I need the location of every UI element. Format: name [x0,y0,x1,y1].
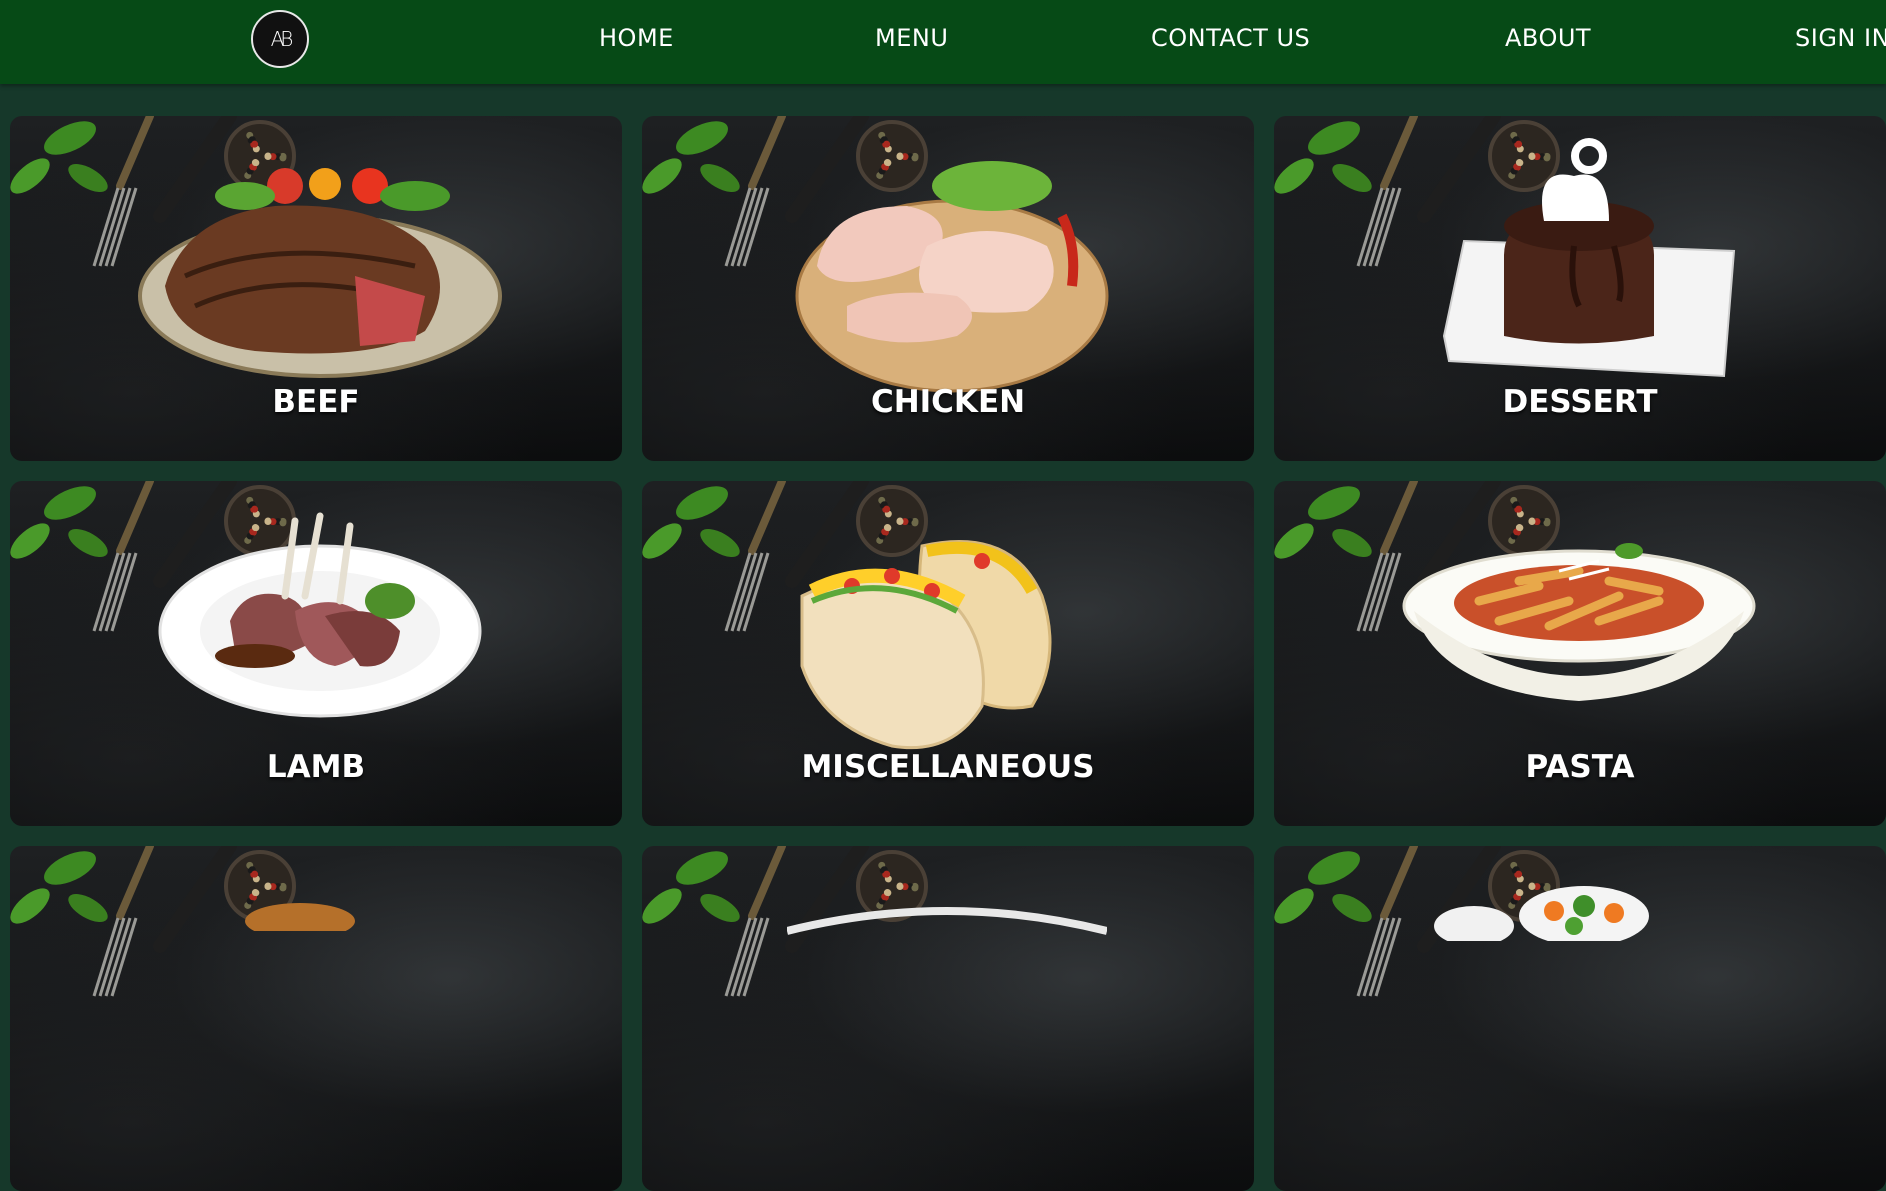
nav-contact-link[interactable]: CONTACT US [1151,24,1310,52]
basil-leaf-icon [676,486,728,520]
basil-leaf-icon [10,523,50,559]
basil-leaf-icon [1332,529,1372,557]
basil-leaf-icon [10,888,50,924]
basil-leaf-icon [44,486,96,520]
category-card[interactable] [1274,846,1886,1191]
category-card-beef[interactable]: BEEF [10,116,622,461]
nav-home-link[interactable]: HOME [599,24,674,52]
basil-leaf-icon [676,851,728,885]
herbs-cutlery-decoration [642,846,928,997]
category-card-dessert[interactable]: DESSERT [1274,116,1886,461]
nav-menu-link[interactable]: MENU [875,24,948,52]
basil-leaf-icon [44,121,96,155]
top-navbar: AB HOME MENU CONTACT US ABOUT SIGN IN [0,0,1886,84]
tacos-icon [800,540,1052,750]
basil-leaf-icon [1274,158,1314,194]
lamb-chops-icon [158,512,482,718]
basil-leaf-icon [642,523,682,559]
vegetables-bowl-icon [1434,886,1649,941]
category-card-miscellaneous[interactable]: MISCELLANEOUS [642,481,1254,826]
pasta-bowl-icon [1402,543,1756,701]
basil-leaf-icon [1308,486,1360,520]
basil-leaf-icon [700,894,740,922]
basil-leaf-icon [1274,888,1314,924]
category-card-lamb[interactable]: LAMB [10,481,622,826]
basil-leaf-icon [676,121,728,155]
logo-text: AB [270,27,294,51]
category-label: PASTA [1525,749,1635,785]
nav-sign-in-link[interactable]: SIGN IN [1795,24,1886,52]
brand-logo[interactable]: AB [251,10,309,68]
basil-leaf-icon [10,158,50,194]
partial-dish-icon [245,903,355,931]
basil-leaf-icon [1274,523,1314,559]
nav-about-link[interactable]: ABOUT [1505,24,1591,52]
basil-leaf-icon [44,851,96,885]
category-label: CHICKEN [870,384,1026,420]
basil-leaf-icon [700,164,740,192]
basil-leaf-icon [642,888,682,924]
knife-icon [153,846,237,953]
basil-leaf-icon [68,894,108,922]
basil-leaf-icon [68,164,108,192]
basil-leaf-icon [700,529,740,557]
basil-leaf-icon [1332,164,1372,192]
basil-leaf-icon [1308,851,1360,885]
category-label: MISCELLANEOUS [801,749,1095,785]
category-card-chicken[interactable]: CHICKEN [642,116,1254,461]
basil-leaf-icon [1308,121,1360,155]
chicken-legs-icon [795,161,1109,393]
partial-dish-icon [787,907,1107,935]
category-label: BEEF [272,384,360,420]
category-card-pasta[interactable]: PASTA [1274,481,1886,826]
steak-plate-icon [138,168,502,378]
basil-leaf-icon [1332,894,1372,922]
chocolate-cake-icon [1442,138,1736,378]
basil-leaf-icon [68,529,108,557]
category-card[interactable] [642,846,1254,1191]
category-label: LAMB [266,749,366,785]
basil-leaf-icon [642,158,682,194]
category-card[interactable] [10,846,622,1191]
category-label: DESSERT [1502,384,1658,420]
